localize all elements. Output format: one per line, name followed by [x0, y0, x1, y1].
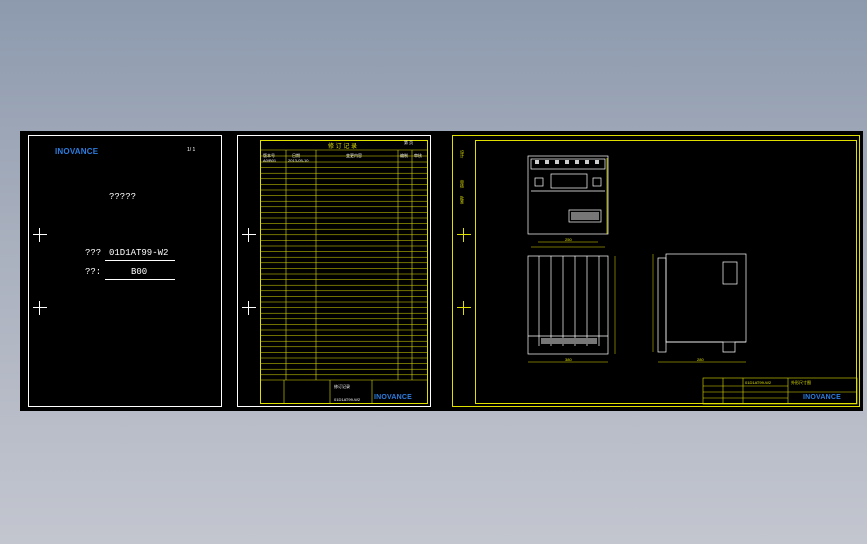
footer-inovance-logo: INOVANCE [374, 394, 413, 401]
code-underline [105, 260, 175, 261]
cad-canvas[interactable]: INOVANCE 1/ 1 ????? ??? 01D1AT99-W2 ??: … [20, 131, 863, 411]
version-label: ??: [85, 267, 102, 277]
title-block-code: 01D1AT99-W2 [745, 380, 772, 385]
inovance-logo: INOVANCE [55, 147, 99, 156]
crosshair-marker [457, 301, 471, 315]
dim-side-depth: 280 [697, 357, 704, 362]
code-value: 01D1AT99-W2 [109, 248, 169, 258]
dim-front-width: 250 [565, 237, 572, 242]
version-underline [105, 279, 175, 280]
revision-record-sheet[interactable]: 修 订 记 录 第 页 版本号 日期 变更内容 编制 审核 A0/B01 201… [237, 135, 431, 407]
cover-title: ????? [109, 192, 137, 202]
title-block-logo: INOVANCE [803, 394, 842, 401]
outline-drawing-sheet[interactable]: 设计 审核 批准 250 380 280 外形尺寸图 01D1AT99-W2 I… [452, 135, 860, 407]
title-block-name: 外形尺寸图 [791, 380, 811, 385]
revision-grid [260, 149, 428, 404]
dim-front-height: 380 [565, 357, 572, 362]
page-number: 1/ 1 [187, 147, 196, 153]
footer-doc-title: 修订记录 [334, 384, 350, 389]
crosshair-marker [457, 228, 471, 242]
crosshair-marker [242, 228, 256, 242]
crosshair-marker [33, 301, 47, 315]
cover-sheet[interactable]: INOVANCE 1/ 1 ????? ??? 01D1AT99-W2 ??: … [28, 135, 222, 407]
version-value: B00 [131, 267, 148, 277]
outline-drawing: 250 380 280 [527, 155, 858, 405]
crosshair-marker [242, 301, 256, 315]
crosshair-marker [33, 228, 47, 242]
footer-doc-code: 01D1AT99-W2 [334, 397, 361, 402]
code-label: ??? [85, 248, 102, 258]
